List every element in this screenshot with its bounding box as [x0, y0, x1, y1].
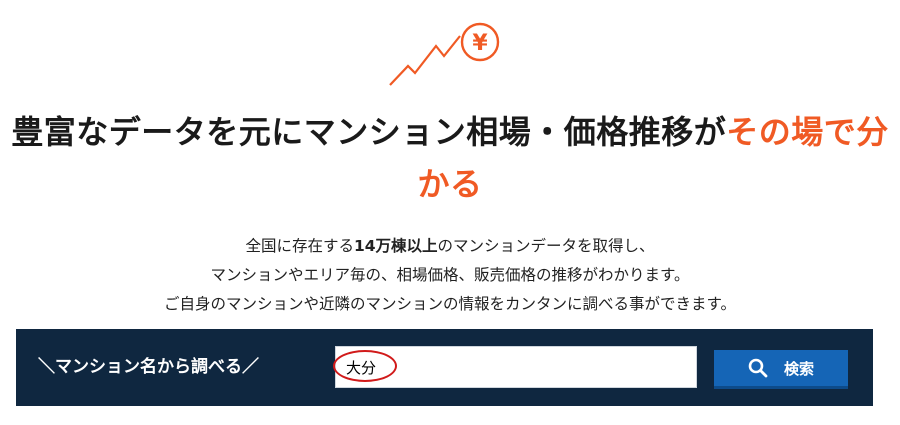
search-icon [748, 358, 768, 378]
description: 全国に存在する14万棟以上のマンションデータを取得し、 マンションやエリア毎の、… [0, 232, 900, 319]
mansion-search-input[interactable] [335, 346, 697, 388]
description-line-3: ご自身のマンションや近隣のマンションの情報をカンタンに調べる事ができます。 [164, 295, 736, 313]
search-button[interactable]: 検索 [714, 350, 848, 389]
headline-main: 豊富なデータを元にマンション相場・価格推移が [11, 113, 727, 151]
search-bar: ＼マンション名から調べる／ 検索 [16, 329, 873, 406]
rising-chart-yen-icon: ¥ [389, 22, 500, 86]
search-label: ＼マンション名から調べる／ [38, 357, 259, 377]
property-count: 14万棟以上 [353, 237, 438, 255]
description-line-2: マンションやエリア毎の、相場価格、販売価格の推移がわかります。 [210, 266, 690, 284]
headline-accent-2: かる [417, 165, 483, 203]
page-headline: 豊富なデータを元にマンション相場・価格推移がその場で分 かる [0, 106, 900, 210]
yen-symbol: ¥ [472, 31, 488, 56]
search-button-label: 検索 [783, 359, 814, 378]
description-line-1: 全国に存在する14万棟以上のマンションデータを取得し、 [245, 237, 655, 255]
headline-accent-1: その場で分 [726, 113, 889, 151]
